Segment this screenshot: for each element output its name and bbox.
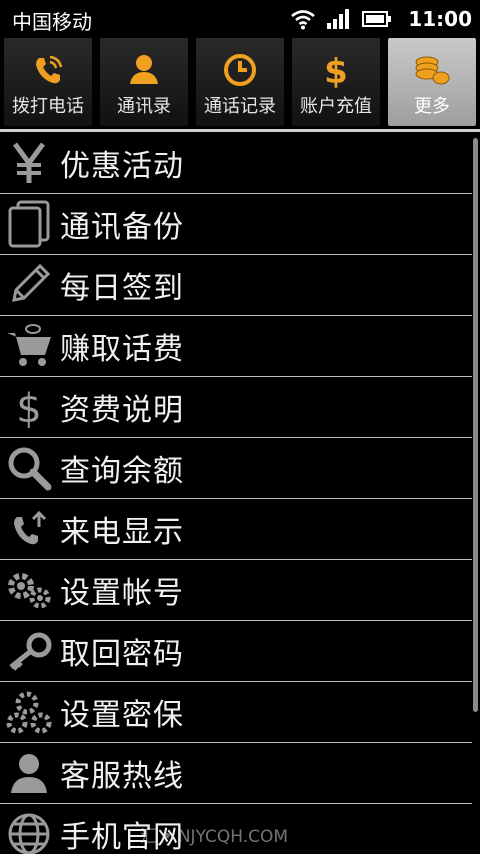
menu-item-balance[interactable]: 查询余额 bbox=[0, 438, 472, 499]
menu-item-account-settings[interactable]: 设置帐号 bbox=[0, 560, 472, 621]
svg-text:$: $ bbox=[16, 386, 41, 430]
cart-icon bbox=[4, 322, 54, 370]
search-icon bbox=[4, 444, 54, 492]
status-icons: 11:00 bbox=[290, 4, 472, 34]
carrier-name: 中国移动 bbox=[12, 10, 92, 34]
menu-item-label: 赚取话费 bbox=[60, 332, 184, 367]
menu-item-promotions[interactable]: 优惠活动 bbox=[0, 133, 472, 194]
user-icon bbox=[4, 749, 54, 797]
menu-item-label: 设置密保 bbox=[60, 698, 184, 733]
contact-icon bbox=[100, 52, 188, 88]
coins-icon bbox=[388, 52, 476, 88]
menu-item-label: 查询余额 bbox=[60, 454, 184, 489]
menu-item-checkin[interactable]: 每日签到 bbox=[0, 255, 472, 316]
tab-call-log[interactable]: 通话记录 bbox=[196, 38, 284, 126]
backup-icon bbox=[4, 200, 54, 248]
dollar-icon: $ bbox=[4, 383, 54, 431]
phone-icon bbox=[4, 52, 92, 88]
wifi-icon bbox=[290, 8, 316, 30]
tab-label: 账户充值 bbox=[300, 96, 372, 117]
status-bar: 中国移动 11:00 bbox=[0, 0, 480, 38]
tab-label: 通话记录 bbox=[204, 96, 276, 117]
gears-icon bbox=[4, 566, 54, 614]
more-menu-list: 优惠活动 通讯备份 每日签到 赚取话费 $ 资费说明 查询余额 来电显示 设置帐… bbox=[0, 133, 472, 854]
pencil-icon bbox=[4, 261, 54, 309]
tab-label: 更多 bbox=[414, 96, 450, 117]
tab-contacts[interactable]: 通讯录 bbox=[100, 38, 188, 126]
menu-item-label: 优惠活动 bbox=[60, 149, 184, 184]
menu-item-caller-id[interactable]: 来电显示 bbox=[0, 499, 472, 560]
menu-item-tariff[interactable]: $ 资费说明 bbox=[0, 377, 472, 438]
clock: 11:00 bbox=[408, 7, 472, 31]
tab-recharge[interactable]: $ 账户充值 bbox=[292, 38, 380, 126]
watermark: 汇 • NJYCQH.COM bbox=[140, 827, 289, 847]
menu-item-label: 取回密码 bbox=[60, 637, 184, 672]
signal-icon bbox=[326, 8, 352, 30]
menu-item-label: 通讯备份 bbox=[60, 210, 184, 245]
incoming-call-icon bbox=[4, 505, 54, 553]
clock-icon bbox=[196, 52, 284, 88]
menu-item-recover-password[interactable]: 取回密码 bbox=[0, 621, 472, 682]
settings-icon bbox=[4, 688, 54, 736]
menu-item-label: 设置帐号 bbox=[60, 576, 184, 611]
tab-dial[interactable]: 拨打电话 bbox=[4, 38, 92, 126]
menu-item-earn-credit[interactable]: 赚取话费 bbox=[0, 316, 472, 377]
svg-text:$: $ bbox=[324, 52, 348, 88]
battery-icon bbox=[362, 10, 392, 28]
menu-item-label: 来电显示 bbox=[60, 515, 184, 550]
menu-item-label: 客服热线 bbox=[60, 759, 184, 794]
tab-bar: 拨打电话 通讯录 通话记录 $ 账户充值 更多 bbox=[0, 38, 480, 132]
menu-item-label: 资费说明 bbox=[60, 393, 184, 428]
key-icon bbox=[4, 627, 54, 675]
menu-item-hotline[interactable]: 客服热线 bbox=[0, 743, 472, 804]
tab-more[interactable]: 更多 bbox=[388, 38, 476, 126]
globe-icon bbox=[4, 810, 54, 854]
dollar-icon: $ bbox=[292, 52, 380, 88]
yen-icon bbox=[4, 139, 54, 187]
menu-item-security-question[interactable]: 设置密保 bbox=[0, 682, 472, 743]
menu-item-label: 每日签到 bbox=[60, 271, 184, 306]
menu-item-backup[interactable]: 通讯备份 bbox=[0, 194, 472, 255]
tab-label: 拨打电话 bbox=[12, 96, 84, 117]
tab-label: 通讯录 bbox=[117, 96, 171, 117]
scrollbar[interactable] bbox=[473, 138, 478, 712]
